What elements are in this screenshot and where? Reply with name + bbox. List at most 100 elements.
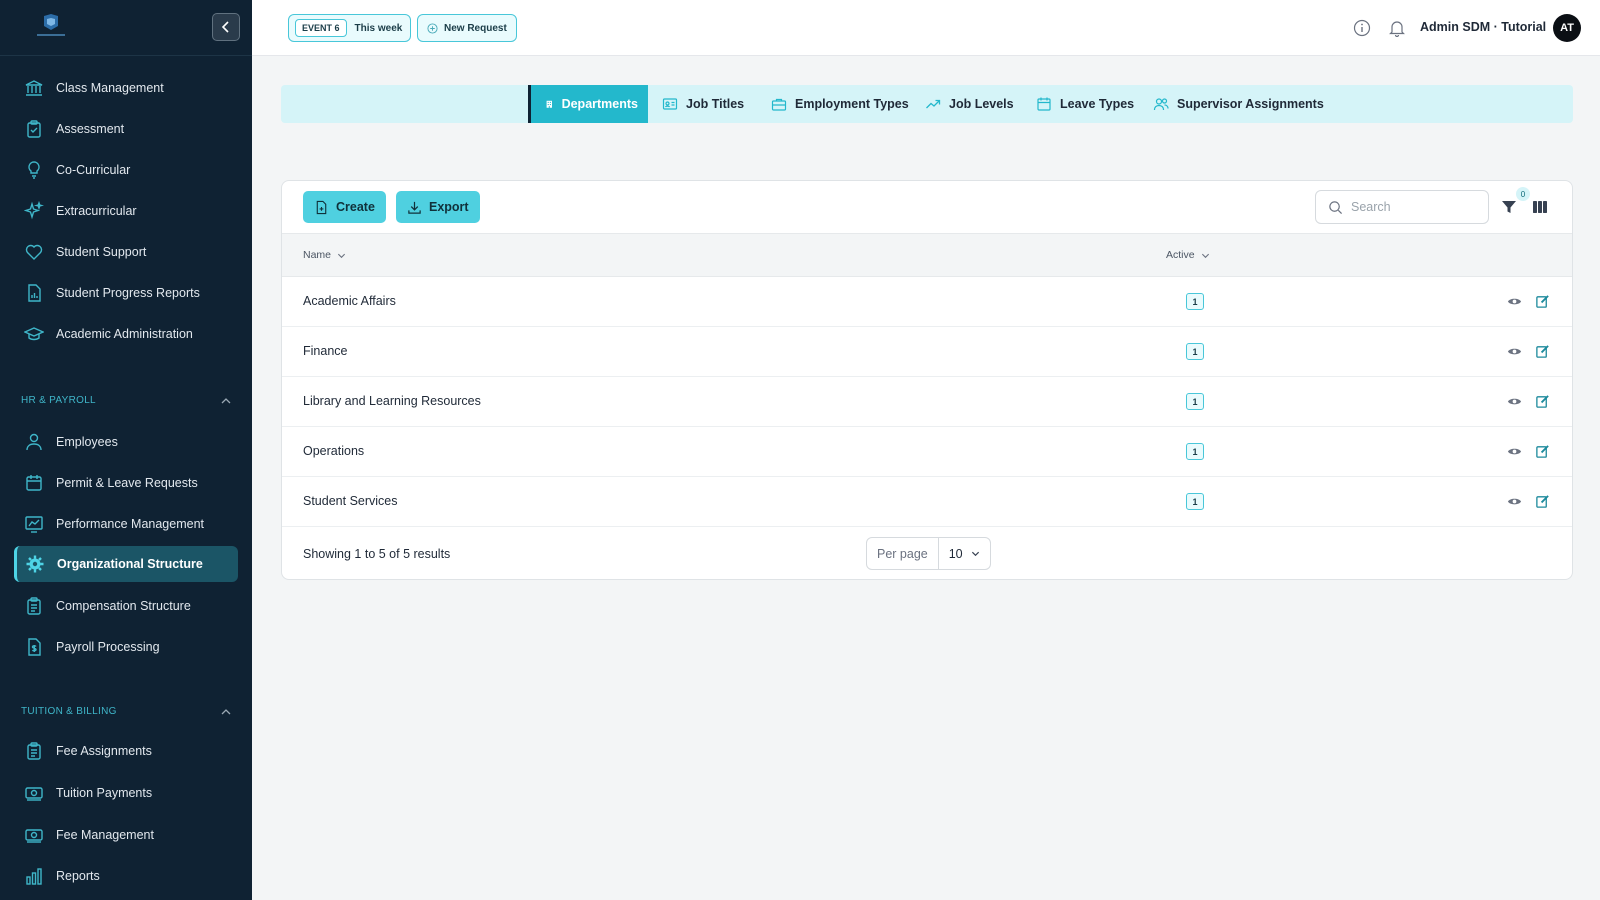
department-name: Library and Learning Resources <box>303 394 481 408</box>
top-header: EVENT 6 This week New Request Admin SDM … <box>252 0 1600 56</box>
sidebar-item-academic-administration[interactable]: Academic Administration <box>14 316 238 352</box>
chevron-down-icon <box>971 551 979 557</box>
sidebar-item-label: Permit & Leave Requests <box>56 476 198 490</box>
sidebar-item-label: Fee Management <box>56 828 154 842</box>
sidebar-item-fee-management[interactable]: Fee Management <box>14 817 238 853</box>
table-header: Name Active <box>282 234 1572 277</box>
table-row[interactable]: Student Services 1 <box>282 477 1572 527</box>
sidebar-item-compensation-structure[interactable]: Compensation Structure <box>14 588 238 624</box>
table-row[interactable]: Operations 1 <box>282 427 1572 477</box>
bar-chart-icon <box>26 868 42 885</box>
filter-count-badge: 0 <box>1516 187 1530 201</box>
columns-icon[interactable] <box>1532 199 1548 215</box>
search-input[interactable] <box>1351 200 1471 214</box>
clipboard-list-icon <box>27 742 41 760</box>
sidebar-item-extracurricular[interactable]: Extracurricular <box>14 193 238 229</box>
sidebar-item-assessment[interactable]: Assessment <box>14 111 238 147</box>
department-name: Student Services <box>303 494 398 508</box>
clipboard-list-icon <box>27 597 41 615</box>
per-page-value-wrap[interactable]: 10 <box>939 547 990 561</box>
sidebar-item-label: Fee Assignments <box>56 744 152 758</box>
event-pill[interactable]: EVENT 6 This week <box>288 14 412 42</box>
sidebar-item-organizational-structure[interactable]: Organizational Structure <box>14 546 238 582</box>
table-row[interactable]: Finance 1 <box>282 327 1572 377</box>
column-header-name[interactable]: Name <box>303 249 346 261</box>
sidebar-item-label: Student Support <box>56 245 147 259</box>
column-label: Active <box>1166 249 1195 261</box>
bell-icon[interactable] <box>1388 19 1406 37</box>
users-icon <box>1153 98 1169 111</box>
info-icon[interactable] <box>1353 19 1371 37</box>
edit-icon[interactable] <box>1535 294 1550 309</box>
lightbulb-icon <box>28 161 40 179</box>
active-badge: 1 <box>1186 443 1204 460</box>
tab-label: Employment Types <box>795 97 909 111</box>
create-button[interactable]: Create <box>303 191 386 223</box>
user-icon <box>26 433 42 451</box>
heart-icon <box>25 244 43 260</box>
eye-icon[interactable] <box>1507 394 1522 409</box>
document-dollar-icon <box>28 638 41 656</box>
tab-label: Departments <box>561 97 638 111</box>
eye-icon[interactable] <box>1507 444 1522 459</box>
table-footer: Showing 1 to 5 of 5 results Per page 10 <box>282 527 1572 579</box>
sidebar-item-tuition-payments[interactable]: Tuition Payments <box>14 775 238 811</box>
sidebar-item-employees[interactable]: Employees <box>14 424 238 460</box>
sidebar-item-performance-management[interactable]: Performance Management <box>14 506 238 542</box>
tab-supervisor-assignments[interactable]: Supervisor Assignments <box>1143 85 1334 123</box>
sparkles-icon <box>24 201 44 220</box>
edit-icon[interactable] <box>1535 394 1550 409</box>
new-request-button[interactable]: New Request <box>417 14 517 42</box>
export-button[interactable]: Export <box>396 191 480 223</box>
gear-icon <box>26 555 44 573</box>
sidebar-item-label: Extracurricular <box>56 204 137 218</box>
per-page-select[interactable]: Per page 10 <box>866 537 991 570</box>
tab-job-levels[interactable]: Job Levels <box>915 85 1024 123</box>
chevron-up-icon <box>221 708 231 714</box>
table-row[interactable]: Academic Affairs 1 <box>282 277 1572 327</box>
section-header-hr-payroll[interactable]: HR & PAYROLL <box>21 395 231 406</box>
tab-job-titles[interactable]: Job Titles <box>652 85 754 123</box>
filter-icon[interactable] <box>1500 198 1518 216</box>
collapse-sidebar-button[interactable] <box>212 13 240 41</box>
sidebar-item-label: Performance Management <box>56 517 204 531</box>
chevron-up-icon <box>221 397 231 403</box>
tab-employment-types[interactable]: Employment Types <box>761 85 919 123</box>
edit-icon[interactable] <box>1535 344 1550 359</box>
document-chart-icon <box>28 284 41 302</box>
plus-circle-icon <box>427 22 438 34</box>
sidebar-item-fee-assignments[interactable]: Fee Assignments <box>14 733 238 769</box>
sidebar-item-class-management[interactable]: Class Management <box>14 70 238 106</box>
eye-icon[interactable] <box>1507 494 1522 509</box>
tab-leave-types[interactable]: Leave Types <box>1026 85 1144 123</box>
search-box[interactable] <box>1315 190 1489 224</box>
tab-departments[interactable]: Departments <box>528 85 648 123</box>
column-header-active[interactable]: Active <box>1166 249 1210 261</box>
table-row[interactable]: Library and Learning Resources 1 <box>282 377 1572 427</box>
file-plus-icon <box>316 200 327 214</box>
user-name[interactable]: Admin SDM · Tutorial <box>1420 20 1546 34</box>
sidebar-item-label: Reports <box>56 869 100 883</box>
sidebar-item-reports[interactable]: Reports <box>14 858 238 894</box>
edit-icon[interactable] <box>1535 444 1550 459</box>
department-name: Operations <box>303 444 365 458</box>
calendar-icon <box>1037 97 1051 111</box>
section-header-tuition-billing[interactable]: TUITION & BILLING <box>21 706 231 717</box>
avatar[interactable]: AT <box>1553 14 1581 42</box>
eye-icon[interactable] <box>1507 294 1522 309</box>
eye-icon[interactable] <box>1507 344 1522 359</box>
sidebar-item-co-curricular[interactable]: Co-Curricular <box>14 152 238 188</box>
create-label: Create <box>336 200 375 214</box>
chevron-down-icon <box>1201 253 1209 258</box>
sidebar-item-label: Compensation Structure <box>56 599 191 613</box>
building-columns-icon <box>25 80 43 96</box>
sidebar-item-student-progress-reports[interactable]: Student Progress Reports <box>14 275 238 311</box>
edit-icon[interactable] <box>1535 494 1550 509</box>
sidebar-item-permit-leave-requests[interactable]: Permit & Leave Requests <box>14 465 238 501</box>
chevron-left-icon <box>221 21 229 33</box>
tab-label: Leave Types <box>1060 97 1135 111</box>
sidebar-item-student-support[interactable]: Student Support <box>14 234 238 270</box>
tab-label: Job Levels <box>949 97 1014 111</box>
per-page-value: 10 <box>948 546 963 561</box>
sidebar-item-payroll-processing[interactable]: Payroll Processing <box>14 629 238 665</box>
